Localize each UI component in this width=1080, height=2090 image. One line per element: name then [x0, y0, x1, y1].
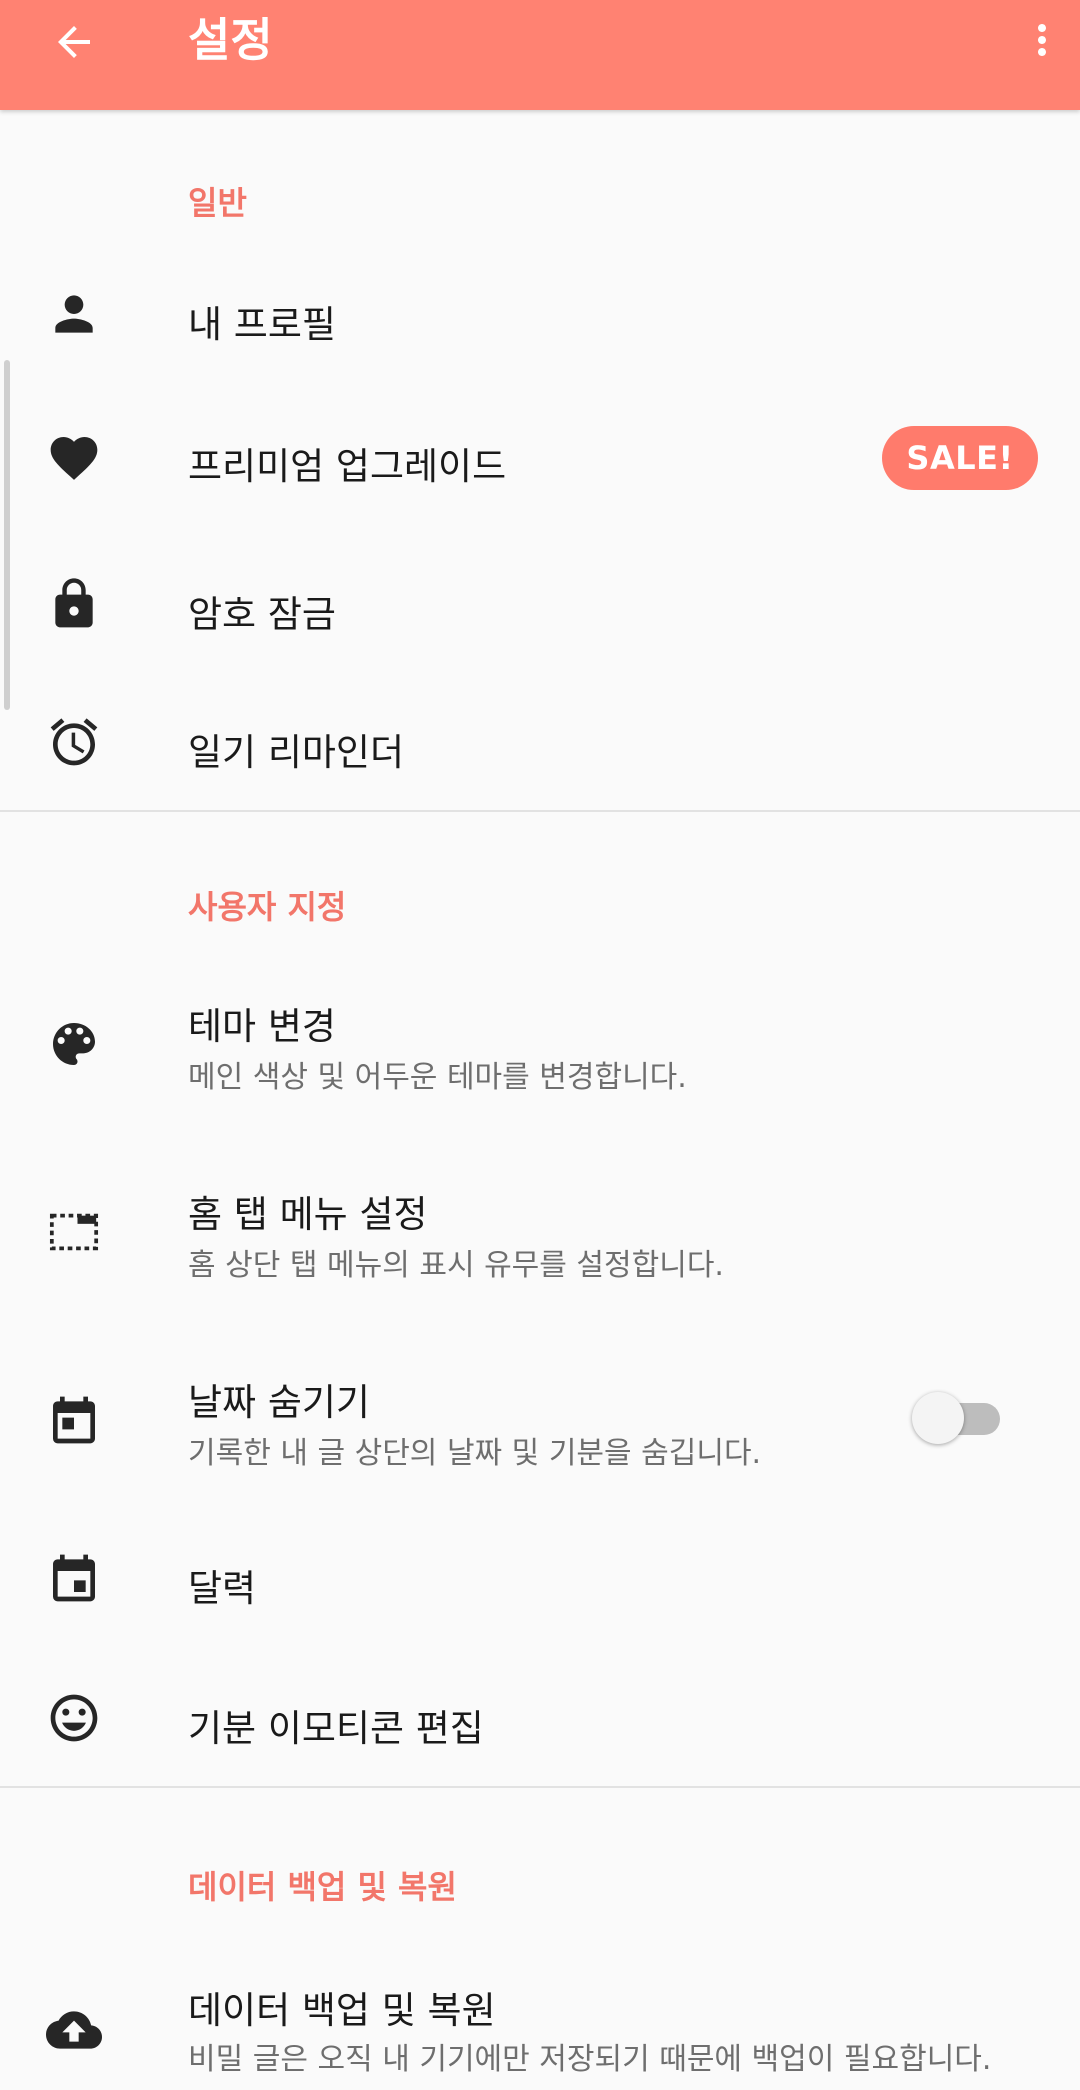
more-vert-icon	[1038, 24, 1046, 56]
lock-icon	[40, 570, 108, 638]
page-title: 설정	[188, 13, 273, 67]
settings-item-mood[interactable]: 기분 이모티콘 편집	[0, 1674, 1080, 1764]
settings-item-label: 테마 변경	[188, 1005, 336, 1048]
settings-item-backup[interactable]: 데이터 백업 및 복원 비밀 글은 오직 내 기기에만 저장되기 때문에 백업이…	[0, 1962, 1080, 2090]
settings-item-label: 데이터 백업 및 복원	[188, 1989, 496, 2032]
settings-item-label: 달력	[188, 1567, 257, 1610]
calendar-today-icon	[40, 1544, 108, 1612]
section-divider	[0, 810, 1080, 812]
settings-item-sub: 비밀 글은 오직 내 기기에만 저장되기 때문에 백업이 필요합니다.	[188, 2042, 992, 2077]
more-options-button[interactable]	[1012, 8, 1072, 72]
section-header-custom: 사용자 지정	[188, 888, 347, 926]
toggle-thumb	[912, 1392, 964, 1444]
tab-layout-icon	[40, 1198, 108, 1266]
cloud-upload-icon	[40, 1996, 108, 2064]
sale-badge[interactable]: SALE!	[882, 426, 1038, 490]
settings-item-label: 암호 잠금	[188, 593, 336, 636]
settings-item-theme[interactable]: 테마 변경 메인 색상 및 어두운 테마를 변경합니다.	[0, 980, 1080, 1110]
calendar-icon	[40, 1386, 108, 1454]
settings-item-label: 프리미엄 업그레이드	[188, 445, 507, 488]
settings-item-profile[interactable]: 내 프로필	[0, 270, 1080, 360]
settings-item-home-tab[interactable]: 홈 탭 메뉴 설정 홈 상단 탭 메뉴의 표시 유무를 설정합니다.	[0, 1168, 1080, 1298]
alarm-icon	[40, 708, 108, 776]
settings-item-label: 기분 이모티콘 편집	[188, 1707, 484, 1750]
settings-item-calendar[interactable]: 달력	[0, 1534, 1080, 1624]
section-header-general: 일반	[188, 184, 247, 222]
back-button[interactable]	[44, 12, 104, 72]
settings-item-lock[interactable]: 암호 잠금	[0, 560, 1080, 650]
settings-item-label: 날짜 숨기기	[188, 1381, 370, 1424]
settings-item-label: 내 프로필	[188, 303, 336, 346]
person-icon	[40, 280, 108, 348]
hide-date-toggle[interactable]	[910, 1390, 1010, 1446]
settings-item-sub: 기록한 내 글 상단의 날짜 및 기분을 숨깁니다.	[188, 1436, 762, 1471]
settings-item-label: 일기 리마인더	[188, 731, 405, 774]
settings-item-reminder[interactable]: 일기 리마인더	[0, 698, 1080, 788]
app-bar: 설정	[0, 0, 1080, 110]
settings-item-sub: 홈 상단 탭 메뉴의 표시 유무를 설정합니다.	[188, 1248, 724, 1283]
section-header-backup: 데이터 백업 및 복원	[188, 1868, 457, 1906]
settings-item-label: 홈 탭 메뉴 설정	[188, 1193, 428, 1236]
smiley-icon	[40, 1684, 108, 1752]
palette-icon	[40, 1010, 108, 1078]
arrow-back-icon	[58, 26, 90, 58]
heart-icon	[40, 424, 108, 492]
section-divider	[0, 1786, 1080, 1788]
settings-item-sub: 메인 색상 및 어두운 테마를 변경합니다.	[188, 1060, 687, 1095]
